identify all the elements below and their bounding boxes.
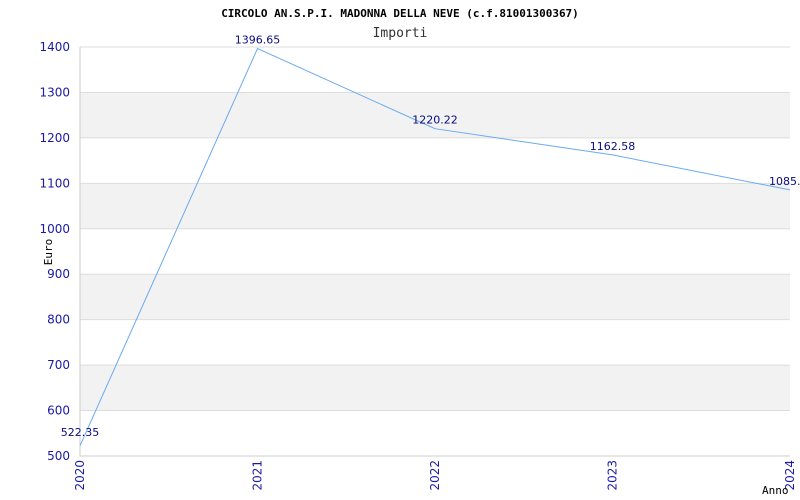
y-tick-label: 500 (47, 449, 70, 463)
x-tick-label: 2022 (428, 460, 442, 491)
y-tick-label: 1200 (39, 131, 70, 145)
x-axis-label: Anno (762, 484, 789, 497)
grid-band (80, 137, 790, 184)
grid-band (80, 274, 790, 320)
data-label: 1220.22 (412, 114, 458, 127)
grid-band (80, 365, 790, 411)
data-label: 1085.6 (769, 175, 800, 188)
grid-band (80, 319, 790, 366)
grid-band (80, 410, 790, 456)
y-tick-label: 1400 (39, 40, 70, 54)
y-tick-label: 800 (47, 313, 70, 327)
y-tick-label: 1100 (39, 176, 70, 190)
grid-band (80, 47, 790, 93)
x-tick-labels: 2020 2021 2022 2023 2024 (73, 460, 797, 491)
chart-title: CIRCOLO AN.S.P.I. MADONNA DELLA NEVE (c.… (221, 7, 579, 20)
x-tick-label: 2023 (606, 460, 620, 491)
y-tick-label: 700 (47, 358, 70, 372)
chart-subtitle: Importi (373, 26, 428, 41)
y-tick-label: 1000 (39, 222, 70, 236)
y-tick-label: 600 (47, 404, 70, 418)
line-chart: 500 600 700 800 900 1000 1100 1200 1300 1400 2020… (39, 7, 800, 497)
grid-band (80, 228, 790, 275)
data-label: 1162.58 (590, 140, 636, 153)
y-axis-label: Euro (42, 239, 55, 266)
x-tick-label: 2021 (251, 460, 265, 491)
y-tick-label: 1300 (39, 85, 70, 99)
data-label: 1396.65 (235, 34, 281, 47)
y-tick-label: 900 (47, 267, 70, 281)
x-tick-label: 2020 (73, 460, 87, 491)
data-label: 522.35 (61, 426, 100, 439)
grid-bands (80, 47, 790, 456)
grid-band (80, 183, 790, 229)
